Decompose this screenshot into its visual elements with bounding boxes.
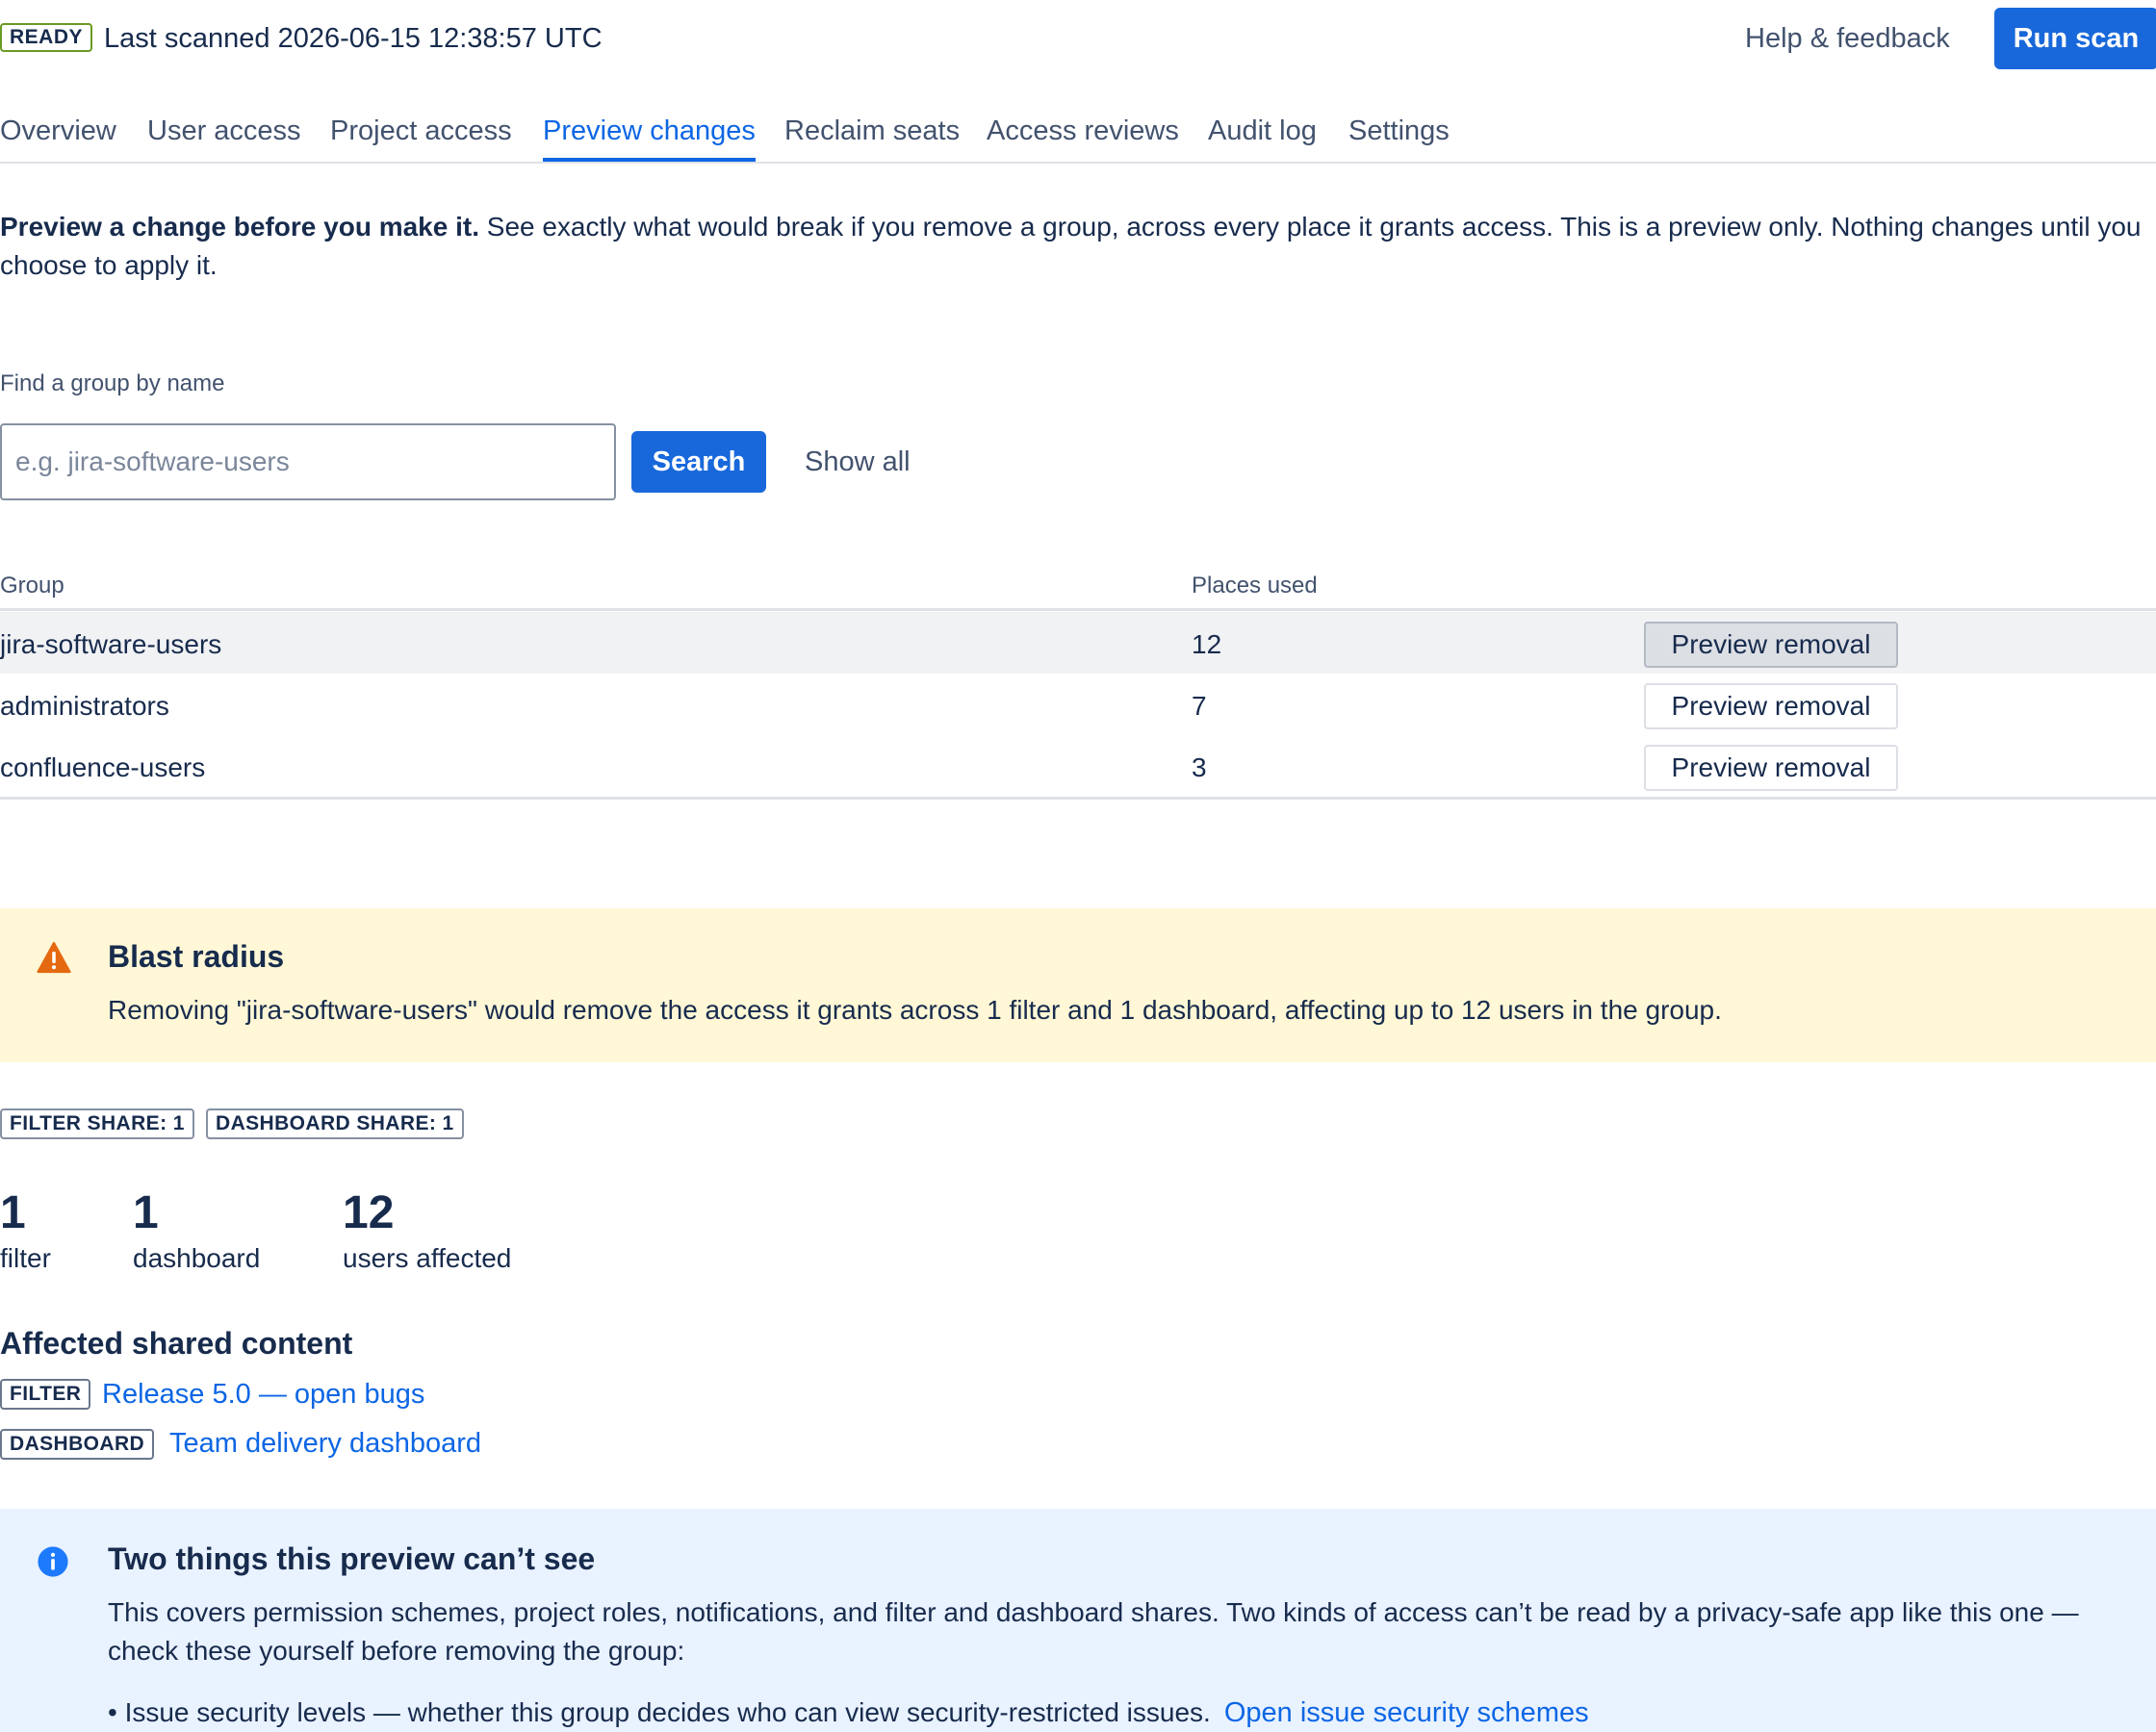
list-item: • Issue security levels — whether this g… — [108, 1694, 1589, 1732]
filter-link[interactable]: Release 5.0 — open bugs — [102, 1377, 424, 1412]
table-header-divider — [0, 608, 2156, 611]
stat-label: filter — [0, 1243, 51, 1273]
tab-user-access[interactable]: User access — [147, 112, 301, 150]
dashboard-share-badge: DASHBOARD SHARE: 1 — [206, 1108, 464, 1139]
stat-value: 12 — [343, 1187, 395, 1238]
blast-radius-body: Removing "jira-software-users" would rem… — [108, 995, 1722, 1025]
tab-overview[interactable]: Overview — [0, 112, 116, 150]
stat-value: 1 — [0, 1187, 26, 1238]
run-scan-button[interactable]: Run scan — [1994, 8, 2156, 69]
column-header-places-used: Places used — [1192, 573, 1318, 599]
warning-icon — [37, 941, 71, 974]
tab-settings[interactable]: Settings — [1348, 112, 1450, 150]
places-used-count: 3 — [1192, 752, 1207, 782]
stat-value: 1 — [133, 1187, 159, 1238]
tab-bar: Overview User access Project access Prev… — [0, 112, 2156, 164]
preview-removal-button[interactable]: Preview removal — [1644, 622, 1898, 668]
show-all-button[interactable]: Show all — [805, 445, 911, 479]
search-label: Find a group by name — [0, 370, 225, 396]
group-name: jira-software-users — [0, 629, 222, 659]
info-body: This covers permission schemes, project … — [108, 1597, 2079, 1666]
tab-access-reviews[interactable]: Access reviews — [987, 112, 1179, 150]
table-row: administrators 7 Preview removal — [0, 674, 2156, 735]
group-name: administrators — [0, 691, 169, 721]
info-title: Two things this preview can’t see — [108, 1541, 596, 1576]
column-header-group: Group — [0, 573, 64, 599]
stat-label: users affected — [343, 1243, 512, 1273]
help-feedback-link[interactable]: Help & feedback — [1745, 21, 1950, 56]
places-used-count: 7 — [1192, 691, 1207, 721]
intro-lead: Preview a change before you make it. — [0, 212, 479, 242]
preview-changes-page: READY Last scanned 2026-06-15 12:38:57 U… — [0, 0, 2156, 1732]
table-row: confluence-users 3 Preview removal — [0, 735, 2156, 797]
intro-text: Preview a change before you make it. See… — [0, 208, 2156, 285]
last-scanned-text: Last scanned 2026-06-15 12:38:57 UTC — [104, 23, 603, 54]
preview-limitations-panel: Two things this preview can’t see This c… — [0, 1509, 2156, 1732]
tab-audit-log[interactable]: Audit log — [1208, 112, 1317, 150]
dashboard-link[interactable]: Team delivery dashboard — [169, 1426, 481, 1461]
stat-filters: 1 filter — [0, 1185, 51, 1276]
stat-dashboards: 1 dashboard — [133, 1185, 260, 1276]
filter-share-badge: FILTER SHARE: 1 — [0, 1108, 194, 1139]
affected-content-title: Affected shared content — [0, 1326, 353, 1361]
group-name: confluence-users — [0, 752, 206, 782]
stat-users-affected: 12 users affected — [343, 1185, 511, 1276]
open-issue-security-schemes-link[interactable]: Open issue security schemes — [1224, 1697, 1589, 1728]
tab-preview-changes[interactable]: Preview changes — [543, 112, 756, 162]
bullet-text: • Issue security levels — whether this g… — [108, 1697, 1211, 1727]
stat-label: dashboard — [133, 1243, 261, 1273]
info-icon — [38, 1546, 68, 1577]
places-used-count: 12 — [1192, 629, 1222, 659]
content-type-badge: DASHBOARD — [0, 1429, 155, 1460]
preview-removal-button[interactable]: Preview removal — [1644, 745, 1898, 791]
search-button[interactable]: Search — [631, 431, 766, 493]
group-search-input[interactable] — [0, 423, 616, 500]
blast-radius-title: Blast radius — [108, 939, 285, 974]
table-row: jira-software-users 12 Preview removal — [0, 612, 2156, 674]
tab-project-access[interactable]: Project access — [330, 112, 512, 150]
blast-radius-panel: Blast radius Removing "jira-software-use… — [0, 908, 2156, 1062]
content-type-badge: FILTER — [0, 1379, 91, 1410]
status-badge: READY — [0, 23, 93, 52]
tab-reclaim-seats[interactable]: Reclaim seats — [784, 112, 960, 150]
table-bottom-divider — [0, 797, 2156, 800]
preview-removal-button[interactable]: Preview removal — [1644, 683, 1898, 729]
